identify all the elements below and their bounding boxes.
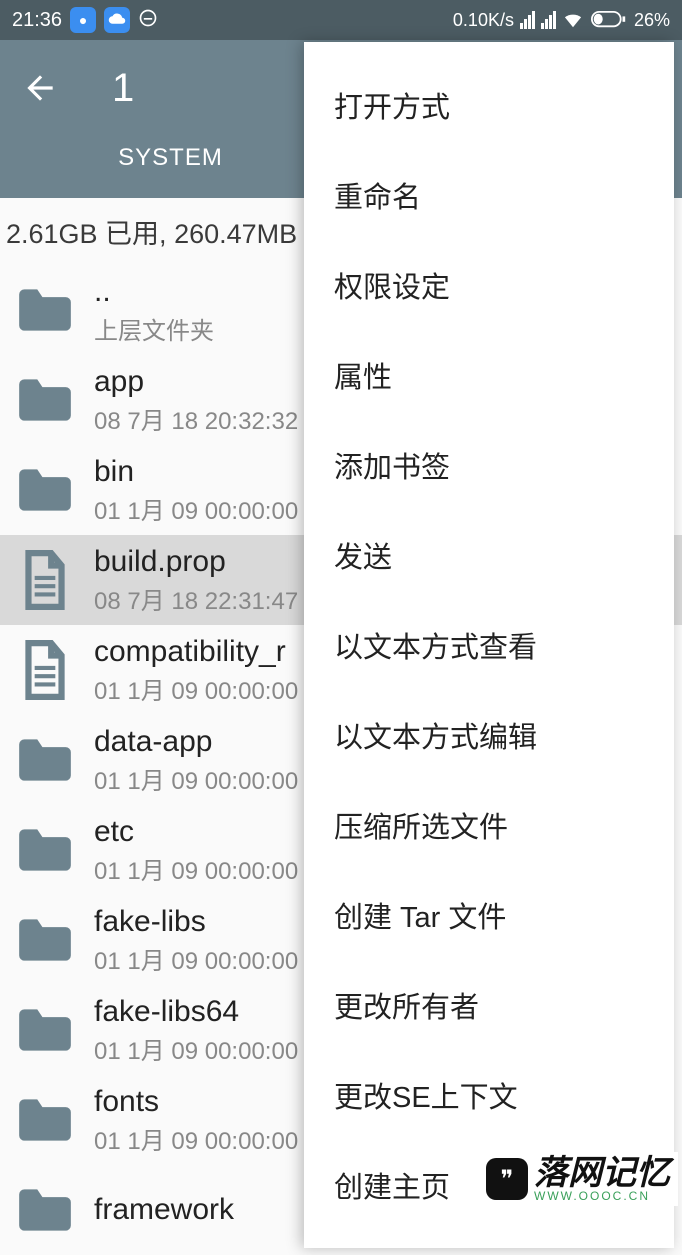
file-icon	[10, 635, 80, 705]
folder-icon	[10, 1175, 80, 1245]
menu-item[interactable]: 以文本方式编辑	[304, 690, 674, 780]
menu-item[interactable]: 创建 Tar 文件	[304, 870, 674, 960]
folder-icon	[10, 1085, 80, 1155]
selection-count: 1	[112, 66, 134, 111]
file-icon	[10, 545, 80, 615]
folder-icon	[10, 905, 80, 975]
watermark-text: 落网记忆	[534, 1156, 670, 1190]
watermark: ❞ 落网记忆 WWW.OOOC.CN	[478, 1152, 678, 1206]
item-meta: 01 1月 09 00:00:00	[94, 491, 298, 526]
folder-icon	[10, 455, 80, 525]
menu-item[interactable]: 重命名	[304, 150, 674, 240]
menu-item[interactable]: 属性	[304, 330, 674, 420]
watermark-logo-icon: ❞	[486, 1158, 528, 1200]
item-name: compatibility_r	[94, 635, 318, 669]
battery-icon	[590, 11, 628, 29]
item-name: fake-libs	[94, 905, 298, 939]
context-menu: 打开方式重命名权限设定属性添加书签发送以文本方式查看以文本方式编辑压缩所选文件创…	[304, 42, 674, 1248]
item-meta: 08 7月 18 20:32:32	[94, 401, 298, 436]
item-name: ..	[94, 275, 214, 309]
status-bar: 21:36 ● 0.10K/s 26%	[0, 0, 682, 40]
item-name: bin	[94, 455, 298, 489]
tab-system[interactable]: SYSTEM	[0, 144, 341, 190]
watermark-url: WWW.OOOC.CN	[534, 1190, 670, 1202]
signal-icon	[520, 11, 535, 29]
item-name: app	[94, 365, 298, 399]
dnd-icon	[138, 8, 158, 33]
item-name: data-app	[94, 725, 298, 759]
item-meta: 08 7月 18 22:31:47 1	[94, 581, 318, 616]
menu-item[interactable]: 发送	[304, 510, 674, 600]
item-meta: 01 1月 09 00:00:00	[94, 851, 298, 886]
status-time: 21:36	[12, 9, 62, 32]
item-name: etc	[94, 815, 298, 849]
wifi-icon	[562, 11, 584, 29]
item-name: fonts	[94, 1085, 298, 1119]
item-meta: 01 1月 09 00:00:00	[94, 1121, 298, 1156]
menu-item[interactable]: 压缩所选文件	[304, 780, 674, 870]
item-meta: 01 1月 09 00:00:00	[94, 1031, 298, 1066]
item-name: fake-libs64	[94, 995, 298, 1029]
item-meta: 01 1月 09 00:00:00 1	[94, 671, 318, 706]
item-meta: 上层文件夹	[94, 311, 214, 346]
menu-item[interactable]: 更改所有者	[304, 960, 674, 1050]
folder-icon	[10, 725, 80, 795]
menu-item[interactable]: 权限设定	[304, 240, 674, 330]
folder-icon	[10, 995, 80, 1065]
folder-icon	[10, 275, 80, 345]
folder-icon	[10, 815, 80, 885]
menu-item[interactable]: 更改SE上下文	[304, 1050, 674, 1140]
signal-icon-2	[541, 11, 556, 29]
menu-item[interactable]: 以文本方式查看	[304, 600, 674, 690]
menu-item[interactable]: 添加书签	[304, 420, 674, 510]
item-name: build.prop	[94, 545, 318, 579]
folder-icon	[10, 365, 80, 435]
item-meta: 01 1月 09 00:00:00	[94, 941, 298, 976]
cloud-sync-icon	[104, 7, 130, 33]
item-name: framework	[94, 1193, 234, 1227]
menu-item[interactable]: 打开方式	[304, 60, 674, 150]
net-speed: 0.10K/s	[453, 10, 514, 31]
item-meta: 01 1月 09 00:00:00	[94, 761, 298, 796]
battery-percent: 26%	[634, 10, 670, 31]
notification-icon: ●	[70, 7, 96, 33]
back-button[interactable]	[16, 64, 64, 112]
